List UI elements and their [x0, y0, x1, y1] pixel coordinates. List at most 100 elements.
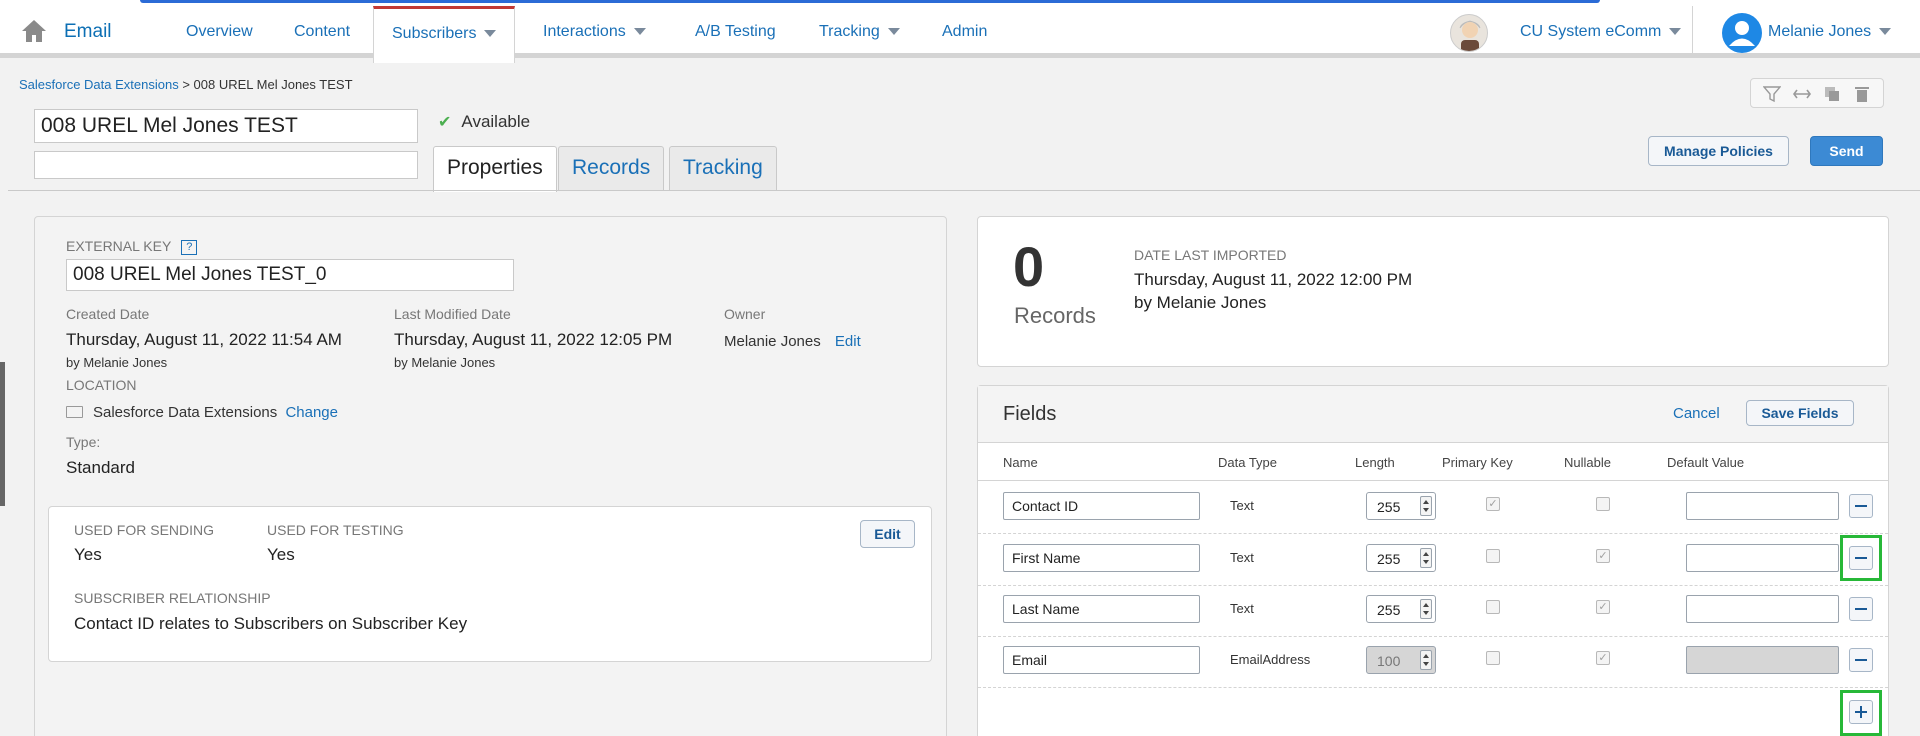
astro-avatar-icon[interactable] — [1450, 14, 1488, 52]
owner-row: Melanie Jones Edit — [724, 333, 861, 350]
records-summary-box — [977, 216, 1889, 367]
app-title[interactable]: Email — [64, 21, 112, 43]
edit-button[interactable]: Edit — [860, 520, 915, 548]
imported-by: by Melanie Jones — [1134, 293, 1267, 312]
column-header-data-type: Data Type — [1218, 455, 1278, 470]
user-name-label: Melanie Jones — [1768, 23, 1872, 40]
used-for-sending-label: USED FOR SENDING — [74, 522, 215, 538]
breadcrumb-parent-link[interactable]: Salesforce Data Extensions — [19, 77, 179, 92]
manage-policies-button[interactable]: Manage Policies — [1648, 136, 1789, 166]
cancel-link[interactable]: Cancel — [1673, 405, 1720, 422]
length-value: 100 — [1377, 653, 1401, 669]
chevron-down-icon — [887, 28, 900, 36]
field-type: EmailAddress — [1230, 652, 1311, 667]
spinner-icon[interactable] — [1420, 599, 1432, 619]
date-last-imported-label: DATE LAST IMPORTED — [1134, 247, 1287, 263]
nav-subscribers[interactable]: Subscribers — [373, 6, 516, 63]
home-icon[interactable] — [20, 18, 48, 44]
field-name-input[interactable] — [1003, 544, 1200, 572]
field-type: Text — [1230, 601, 1254, 616]
spinner-icon — [1420, 650, 1432, 670]
row-divider — [978, 585, 1888, 586]
length-stepper[interactable]: 255 — [1366, 544, 1436, 572]
progress-bar — [140, 0, 1600, 3]
row-divider — [978, 636, 1888, 637]
row-divider — [978, 687, 1888, 688]
data-extension-name-input[interactable] — [34, 109, 418, 143]
owner-label: Owner — [724, 306, 766, 322]
chevron-down-icon — [1879, 28, 1892, 36]
nullable-checkbox[interactable]: ✓ — [1596, 600, 1610, 614]
row-divider — [978, 533, 1888, 534]
nav-admin[interactable]: Admin — [924, 6, 1005, 58]
field-name-input[interactable] — [1003, 646, 1200, 674]
nullable-checkbox[interactable] — [1596, 497, 1610, 511]
primary-key-checkbox[interactable]: ✓ — [1486, 497, 1500, 511]
status-badge: ✔ Available — [438, 112, 530, 132]
chevron-down-icon — [1669, 28, 1682, 36]
tab-tracking[interactable]: Tracking — [669, 146, 777, 190]
tab-properties[interactable]: Properties — [433, 146, 557, 192]
location-value: Salesforce Data Extensions — [93, 404, 278, 421]
location-change-link[interactable]: Change — [285, 404, 338, 421]
spinner-icon[interactable] — [1420, 496, 1432, 516]
nullable-checkbox[interactable]: ✓ — [1596, 651, 1610, 665]
field-name-input[interactable] — [1003, 595, 1200, 623]
default-value-input — [1686, 646, 1839, 674]
add-field-button[interactable] — [1849, 700, 1873, 724]
tab-divider — [8, 190, 1920, 191]
nullable-checkbox[interactable]: ✓ — [1596, 549, 1610, 563]
nav-tracking[interactable]: Tracking — [801, 6, 918, 58]
primary-key-checkbox[interactable] — [1486, 651, 1500, 665]
nav-tracking-label: Tracking — [819, 23, 880, 40]
primary-key-checkbox[interactable] — [1486, 600, 1500, 614]
nav-ab-testing[interactable]: A/B Testing — [677, 6, 794, 58]
remove-field-button[interactable] — [1849, 648, 1873, 672]
record-count: 0 — [1013, 235, 1045, 298]
remove-field-button[interactable] — [1849, 546, 1873, 570]
length-stepper[interactable]: 255 — [1366, 595, 1436, 623]
send-button[interactable]: Send — [1810, 136, 1883, 166]
business-unit-selector[interactable]: CU System eComm — [1520, 6, 1682, 58]
filter-icon[interactable] — [1762, 85, 1782, 103]
length-stepper[interactable]: 255 — [1366, 492, 1436, 520]
user-menu[interactable]: Melanie Jones — [1768, 6, 1892, 58]
nav-overview[interactable]: Overview — [168, 6, 271, 58]
trash-icon[interactable] — [1853, 85, 1871, 103]
remove-field-button[interactable] — [1849, 597, 1873, 621]
column-header-default-value: Default Value — [1667, 455, 1745, 470]
default-value-input[interactable] — [1686, 492, 1839, 520]
type-label: Type: — [66, 434, 101, 450]
external-key-label-text: EXTERNAL KEY — [66, 238, 172, 254]
nav-interactions[interactable]: Interactions — [525, 6, 664, 58]
length-stepper: 100 — [1366, 646, 1436, 674]
breadcrumb: Salesforce Data Extensions > 008 UREL Me… — [19, 77, 353, 92]
remove-field-button[interactable] — [1849, 494, 1873, 518]
chevron-down-icon — [484, 30, 497, 38]
swap-icon[interactable] — [1793, 85, 1811, 103]
copy-icon[interactable] — [1823, 85, 1841, 103]
tab-records[interactable]: Records — [558, 146, 665, 190]
owner-edit-link[interactable]: Edit — [835, 333, 861, 350]
save-fields-button[interactable]: Save Fields — [1746, 400, 1854, 426]
nav-content[interactable]: Content — [276, 6, 368, 58]
default-value-input[interactable] — [1686, 595, 1839, 623]
chevron-down-icon — [633, 28, 646, 36]
data-extension-description-input[interactable] — [34, 151, 418, 179]
help-icon[interactable]: ? — [181, 239, 198, 255]
spinner-icon[interactable] — [1420, 548, 1432, 568]
used-for-testing-value: Yes — [267, 545, 295, 564]
nav-divider — [1692, 6, 1693, 58]
field-type: Text — [1230, 498, 1254, 513]
field-name-input[interactable] — [1003, 492, 1200, 520]
external-key-input[interactable] — [66, 259, 514, 291]
primary-key-checkbox[interactable] — [1486, 549, 1500, 563]
length-value: 255 — [1377, 551, 1401, 567]
length-value: 255 — [1377, 499, 1401, 515]
nav-interactions-label: Interactions — [543, 23, 626, 40]
side-panel-handle[interactable] — [0, 362, 5, 506]
created-date-label: Created Date — [66, 306, 150, 322]
default-value-input[interactable] — [1686, 544, 1839, 572]
location-row: Salesforce Data Extensions Change — [93, 404, 338, 421]
user-avatar-icon[interactable] — [1722, 13, 1762, 53]
